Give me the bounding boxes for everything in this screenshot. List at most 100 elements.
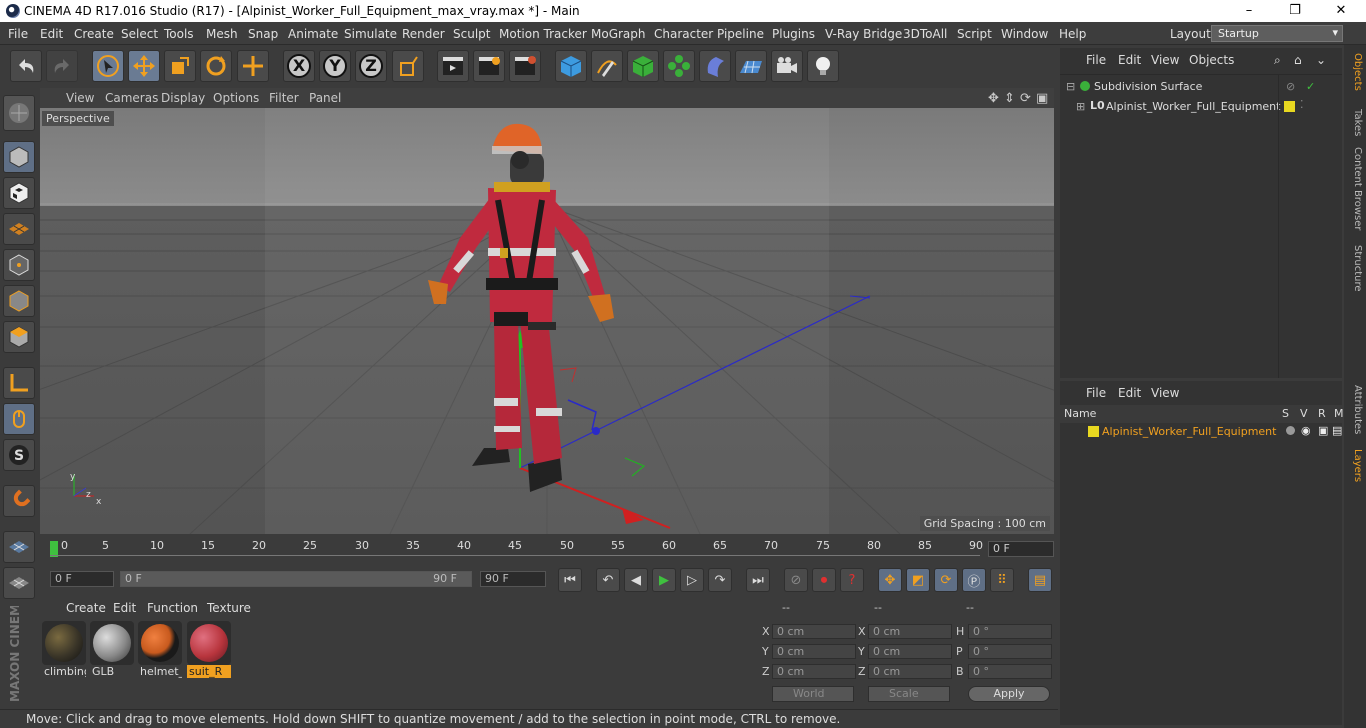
menu-motion-tracker[interactable]: Motion Tracker [499, 27, 587, 41]
key-parameter-button[interactable]: Ⓟ [962, 568, 986, 592]
key-scale-button[interactable]: ◩ [906, 568, 930, 592]
tab-structure[interactable]: Structure [1347, 245, 1363, 292]
previous-key-button[interactable]: ↶ [596, 568, 620, 592]
x-axis-lock-button[interactable]: X [283, 50, 315, 82]
render-settings-button[interactable] [509, 50, 541, 82]
rotate-tool-button[interactable] [200, 50, 232, 82]
texture-mode-button[interactable] [3, 177, 35, 209]
menu-sculpt[interactable]: Sculpt [453, 27, 490, 41]
undo-button[interactable] [10, 50, 42, 82]
apply-button[interactable]: Apply [968, 686, 1050, 702]
material-swatch-glb[interactable]: GLB [90, 621, 134, 679]
coordinate-system-button[interactable] [392, 50, 424, 82]
z-axis-lock-button[interactable]: Z [355, 50, 387, 82]
planar-workplane-button[interactable] [3, 567, 35, 599]
objects-menu-view[interactable]: View [1151, 53, 1179, 67]
layers-menu-view[interactable]: View [1151, 386, 1179, 400]
points-mode-button[interactable] [3, 249, 35, 281]
menu-file[interactable]: File [8, 27, 28, 41]
frame-range-slider[interactable]: 0 F 90 F [120, 571, 472, 587]
polygons-mode-button[interactable] [3, 321, 35, 353]
layers-menu-edit[interactable]: Edit [1118, 386, 1141, 400]
current-frame-field[interactable]: 0 F [988, 541, 1054, 557]
menu-plugins[interactable]: Plugins [772, 27, 815, 41]
material-swatch-helmet[interactable]: helmet_ [138, 621, 182, 679]
tab-attributes[interactable]: Attributes [1347, 385, 1363, 434]
menu-character[interactable]: Character [654, 27, 713, 41]
pen-spline-button[interactable] [591, 50, 623, 82]
position-z-field[interactable]: 0 cm [772, 664, 856, 679]
chevron-down-icon[interactable]: ⌄ [1316, 53, 1326, 67]
magnet-button[interactable] [3, 485, 35, 517]
coordinate-mode-select[interactable]: World [772, 686, 854, 702]
menu-snap[interactable]: Snap [248, 27, 278, 41]
size-x-field[interactable]: 0 cm [868, 624, 952, 639]
previous-frame-button[interactable]: ◀ [624, 568, 648, 592]
rotate-view-icon[interactable]: ⟳ [1020, 91, 1031, 106]
camera-button[interactable] [771, 50, 803, 82]
size-z-field[interactable]: 0 cm [868, 664, 952, 679]
material-menu-texture[interactable]: Texture [207, 601, 251, 615]
maximize-view-icon[interactable]: ▣ [1036, 91, 1048, 106]
close-button[interactable]: ✕ [1318, 0, 1364, 22]
model-mode-button[interactable] [3, 141, 35, 173]
redo-button[interactable] [46, 50, 78, 82]
edit-icon[interactable]: ⊘ [1286, 80, 1295, 93]
objects-menu-edit[interactable]: Edit [1118, 53, 1141, 67]
eye-icon[interactable]: ◉ [1301, 424, 1311, 437]
start-frame-field[interactable]: 0 F [50, 571, 114, 587]
menu-select[interactable]: Select [121, 27, 158, 41]
material-swatch-suit[interactable]: suit_R [187, 621, 231, 679]
expand-icon[interactable]: ⊞ [1076, 100, 1085, 113]
objects-menu-file[interactable]: File [1086, 53, 1106, 67]
render-view-button[interactable] [437, 50, 469, 82]
key-pla-button[interactable]: ⠿ [990, 568, 1014, 592]
minimize-button[interactable]: – [1226, 0, 1272, 22]
viewport-menu-cameras[interactable]: Cameras [105, 91, 158, 105]
position-y-field[interactable]: 0 cm [772, 644, 856, 659]
rotation-p-field[interactable]: 0 ° [968, 644, 1052, 659]
lock-workplane-button[interactable] [3, 531, 35, 563]
menu-pipeline[interactable]: Pipeline [717, 27, 764, 41]
make-editable-button[interactable] [3, 95, 35, 131]
deformer-button[interactable] [699, 50, 731, 82]
go-to-end-button[interactable]: ⏭ [746, 568, 770, 592]
render-icon[interactable]: ▣ [1318, 424, 1328, 437]
end-frame-field[interactable]: 90 F [480, 571, 546, 587]
timeline-ruler[interactable]: 0 5 10 15 20 25 30 35 40 45 50 55 60 65 … [40, 535, 1054, 565]
cube-object-button[interactable] [555, 50, 587, 82]
material-menu-edit[interactable]: Edit [113, 601, 136, 615]
menu-window[interactable]: Window [1001, 27, 1048, 41]
solo-dot-icon[interactable] [1286, 426, 1295, 435]
go-to-start-button[interactable]: ⏮ [558, 568, 582, 592]
menu-help[interactable]: Help [1059, 27, 1086, 41]
visibility-dots-icon[interactable]: ⁚ [1300, 98, 1304, 111]
menu-simulate[interactable]: Simulate [344, 27, 397, 41]
material-menu-function[interactable]: Function [147, 601, 198, 615]
size-mode-select[interactable]: Scale [868, 686, 950, 702]
menu-3dtoall[interactable]: 3DToAll [903, 27, 947, 41]
menu-mesh[interactable]: Mesh [206, 27, 238, 41]
objects-menu-objects[interactable]: Objects [1189, 53, 1234, 67]
pan-view-icon[interactable]: ✥ [988, 91, 999, 106]
record-keys-button[interactable]: ⊘ [784, 568, 808, 592]
tab-content-browser[interactable]: Content Browser [1347, 147, 1363, 230]
3d-viewport[interactable]: y x z Perspective Grid Spacing : 100 cm [40, 108, 1054, 534]
layer-color-swatch[interactable] [1284, 101, 1295, 112]
object-row-alpinist-worker[interactable]: ⊞ L0 Alpinist_Worker_Full_Equipment ⁚ [1060, 98, 1342, 116]
viewport-menu-options[interactable]: Options [213, 91, 259, 105]
autokey-button[interactable]: ⏺ [812, 568, 836, 592]
search-icon[interactable]: ⌕ [1274, 53, 1281, 68]
tab-takes[interactable]: Takes [1347, 109, 1363, 136]
scale-tool-button[interactable] [164, 50, 196, 82]
viewport-menu-filter[interactable]: Filter [269, 91, 299, 105]
menu-edit[interactable]: Edit [40, 27, 63, 41]
home-icon[interactable]: ⌂ [1294, 53, 1302, 67]
layer-row[interactable]: Alpinist_Worker_Full_Equipment ◉ ▣ ▤ [1060, 423, 1342, 441]
rotation-b-field[interactable]: 0 ° [968, 664, 1052, 679]
floor-button[interactable] [735, 50, 767, 82]
viewport-menu-view[interactable]: View [66, 91, 94, 105]
key-position-button[interactable]: ✥ [878, 568, 902, 592]
layout-select[interactable]: Startup ▾ [1211, 25, 1343, 42]
checkmark-icon[interactable]: ✓ [1306, 80, 1315, 93]
